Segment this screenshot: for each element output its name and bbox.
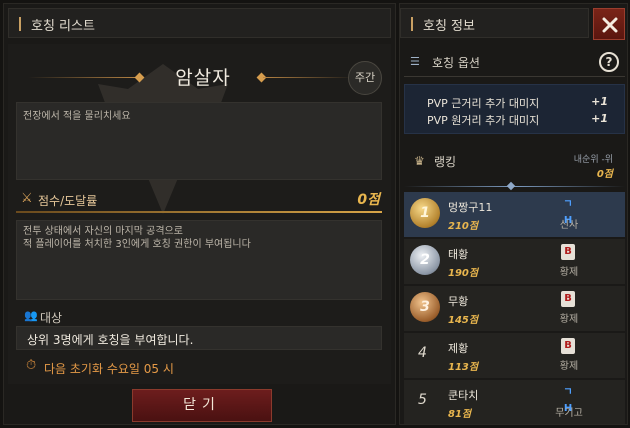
ranking-row[interactable]: 5 쿤타치 81점 ㄱH 무기고: [404, 380, 625, 424]
title-detail: 암살자 주간 전장에서 적을 물리치세요 ⚔ 점수/도달률 0점 전투 상태에서…: [8, 44, 391, 384]
score-label: 점수/도달률: [38, 194, 98, 208]
server-badge-icon: B: [561, 291, 575, 307]
banner-line-right: [263, 77, 353, 78]
player-score: 210점: [448, 221, 479, 232]
player-score: 113점: [448, 362, 479, 373]
server-badge-icon: ㄱH: [563, 387, 573, 414]
header-accent-bar: [19, 17, 21, 31]
title-description: 전장에서 적을 물리치세요: [16, 102, 382, 180]
server-name: 황제: [559, 267, 579, 278]
player-name: 태황: [448, 248, 469, 261]
server-name: 황제: [559, 314, 579, 325]
player-name: 무황: [448, 295, 469, 308]
my-rank-label: 내순위 -위: [573, 155, 613, 165]
silver-medal-icon: 2: [410, 245, 440, 275]
option-label: PVP 원거리 추가 대미지: [427, 114, 540, 127]
ranking-heading: ♛ 랭킹 내순위 -위 0점: [404, 148, 625, 188]
server-name: 신사: [559, 220, 579, 231]
people-icon: 👥: [24, 309, 38, 322]
header-accent-bar: [411, 17, 413, 31]
ranking-row[interactable]: 2 태황 190점 B 황제: [404, 239, 625, 285]
score-value: 0점: [357, 192, 380, 208]
title-banner: 암살자 주간: [8, 60, 391, 96]
banner-diamond-left-icon: [134, 72, 145, 83]
option-value: +1: [591, 95, 608, 108]
title-list-header: 호칭 리스트: [8, 8, 391, 38]
player-score: 190점: [448, 268, 479, 279]
crossed-swords-icon: ⚔: [21, 191, 33, 206]
server-badge-icon: B: [561, 338, 575, 354]
player-name: 쿤타치: [448, 389, 479, 402]
close-button[interactable]: 닫기: [132, 389, 272, 422]
rank-number: 4: [418, 345, 427, 361]
player-score: 81점: [448, 409, 472, 420]
ranking-label: 랭킹: [434, 155, 457, 169]
close-icon: [602, 17, 618, 33]
options-label: 호칭 옵션: [432, 56, 480, 70]
server-badge-icon: B: [561, 244, 575, 260]
target-label: 대상: [40, 311, 63, 325]
ranking-row[interactable]: 3 무황 145점 B 황제: [404, 286, 625, 332]
player-score: 145점: [448, 315, 479, 326]
timer-icon: ⏱: [26, 358, 37, 373]
server-badge-icon: ㄱH: [563, 199, 573, 226]
title-name: 암살자: [175, 67, 231, 89]
rank-number: 5: [418, 392, 427, 408]
ranking-row[interactable]: 1 멍짱구11 210점 ㄱH 신사: [404, 192, 625, 238]
option-label: PVP 근거리 추가 대미지: [427, 97, 540, 110]
options-heading: ☰ 호칭 옵션 ?: [404, 50, 625, 74]
ranking-row[interactable]: 4 제황 113점 B 황제: [404, 333, 625, 379]
title-window: 호칭 리스트 암살자 주간 전장에서 적을 물리치세요 ⚔ 점수/도달률 0점: [0, 0, 630, 428]
options-box: PVP 근거리 추가 대미지 +1 PVP 원거리 추가 대미지 +1: [404, 84, 625, 134]
server-name: 무기고: [555, 408, 583, 419]
option-value: +1: [591, 112, 608, 125]
score-progress: ⚔ 점수/도달률 0점: [16, 188, 382, 213]
bronze-medal-icon: 3: [410, 292, 440, 322]
close-window-button[interactable]: [593, 8, 625, 40]
gold-medal-icon: 1: [410, 198, 440, 228]
condition-line: 전투 상태에서 자신의 마지막 공격으로: [23, 226, 183, 237]
divider: [404, 76, 625, 77]
title-list-panel: 호칭 리스트 암살자 주간 전장에서 적을 물리치세요 ⚔ 점수/도달률 0점: [3, 3, 396, 425]
target-text: 상위 3명에게 호칭을 부여합니다.: [16, 326, 382, 350]
score-progress-bar: [16, 211, 382, 213]
banner-line-left: [28, 77, 138, 78]
title-list-heading: 호칭 리스트: [31, 19, 95, 34]
condition-description: 전투 상태에서 자신의 마지막 공격으로 적 플레이어를 처치한 3인에게 호칭…: [16, 220, 382, 300]
help-button[interactable]: ?: [599, 52, 619, 72]
player-name: 멍짱구11: [448, 201, 493, 214]
period-badge: 주간: [348, 61, 382, 95]
reset-label: 다음 초기화 수요일 05 시: [44, 362, 174, 376]
crown-icon: ♛: [414, 154, 425, 168]
title-info-panel: 호칭 정보 ☰ 호칭 옵션 ? PVP 근거리 추가 대미지 +1 PVP 원거…: [399, 3, 628, 425]
server-name: 황제: [559, 361, 579, 372]
player-name: 제황: [448, 342, 469, 355]
condition-line: 적 플레이어를 처치한 3인에게 호칭 권한이 부여됩니다: [23, 239, 251, 250]
title-info-heading: 호칭 정보: [423, 19, 475, 34]
my-rank-score: 0점: [596, 169, 613, 180]
list-icon: ☰: [410, 55, 420, 68]
title-info-header: 호칭 정보: [400, 8, 589, 38]
